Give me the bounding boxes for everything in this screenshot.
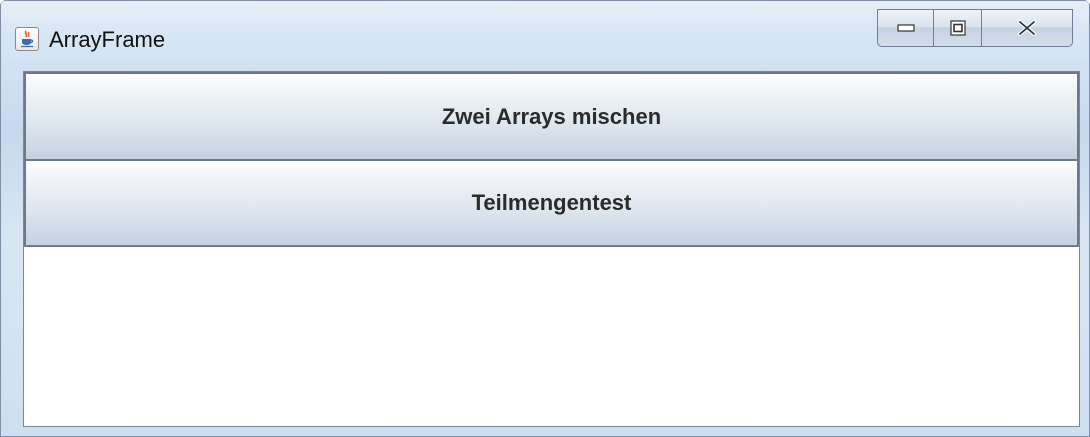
window-title: ArrayFrame — [49, 27, 166, 52]
title-bar[interactable]: ArrayFrame — [1, 1, 1089, 71]
close-button[interactable] — [981, 9, 1073, 47]
content-panel: Zwei Arrays mischen Teilmengentest — [23, 71, 1080, 427]
maximize-button[interactable] — [933, 9, 981, 47]
minimize-button[interactable] — [877, 9, 933, 47]
caption-buttons — [877, 9, 1073, 47]
empty-content-area — [24, 247, 1079, 426]
minimize-icon — [896, 24, 915, 32]
merge-arrays-button[interactable]: Zwei Arrays mischen — [24, 72, 1079, 161]
subset-test-button[interactable]: Teilmengentest — [24, 159, 1079, 247]
java-coffee-cup-icon[interactable] — [15, 27, 39, 51]
close-icon — [1018, 20, 1036, 36]
app-window: ArrayFrame Zwei Arrays mischen Teilmenge… — [0, 0, 1090, 437]
maximize-icon — [949, 20, 966, 36]
